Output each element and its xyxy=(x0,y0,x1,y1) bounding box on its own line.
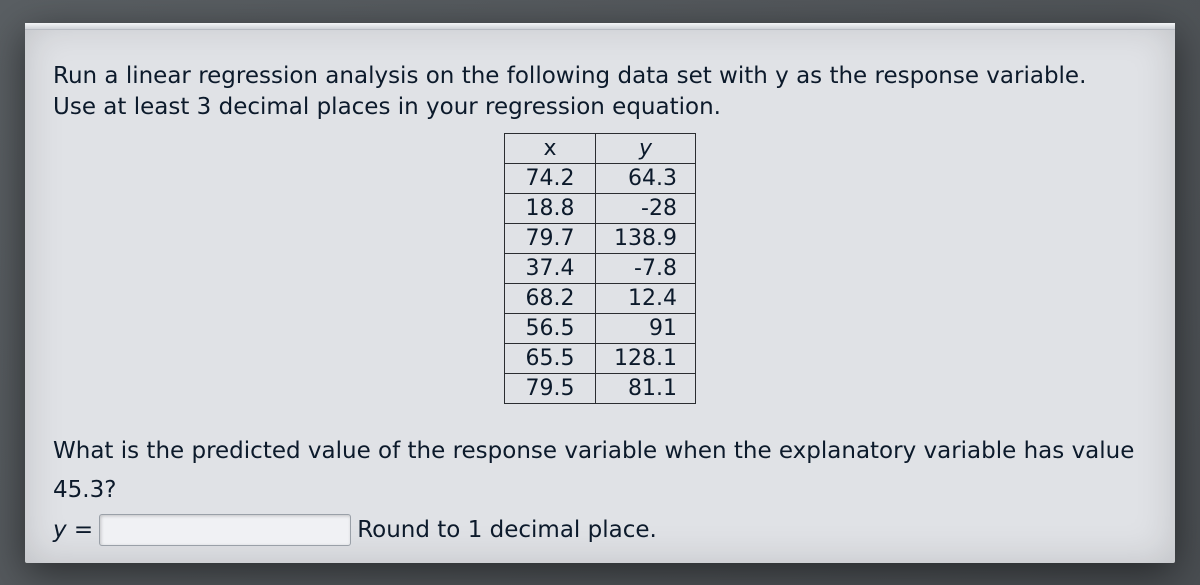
table-row: 68.2 12.4 xyxy=(505,283,696,313)
cell-y: 91 xyxy=(596,313,696,343)
table-row: 79.7 138.9 xyxy=(505,223,696,253)
data-table: x y 74.2 64.3 18.8 -28 79.7 138.9 37.4 -… xyxy=(504,133,696,404)
cell-x: 68.2 xyxy=(505,283,596,313)
answer-label: y = xyxy=(53,517,93,543)
cell-x: 79.7 xyxy=(505,223,596,253)
rounding-instruction: Round to 1 decimal place. xyxy=(357,517,657,543)
cell-x: 37.4 xyxy=(505,253,596,283)
answer-row: y = Round to 1 decimal place. xyxy=(53,514,1147,546)
cell-y: -7.8 xyxy=(596,253,696,283)
cell-y: 128.1 xyxy=(596,343,696,373)
table-row: 74.2 64.3 xyxy=(505,163,696,193)
cell-y: 64.3 xyxy=(596,163,696,193)
question-prompt: Run a linear regression analysis on the … xyxy=(53,61,1147,123)
prompt-line-1: Run a linear regression analysis on the … xyxy=(53,63,1086,89)
cell-x: 65.5 xyxy=(505,343,596,373)
table-header-row: x y xyxy=(505,133,696,163)
cell-x: 79.5 xyxy=(505,373,596,403)
cell-x: 74.2 xyxy=(505,163,596,193)
table-row: 37.4 -7.8 xyxy=(505,253,696,283)
answer-input[interactable] xyxy=(99,514,351,546)
cell-y: 12.4 xyxy=(596,283,696,313)
cell-x: 18.8 xyxy=(505,193,596,223)
panel-top-bevel xyxy=(25,23,1175,30)
cell-y: -28 xyxy=(596,193,696,223)
col-header-y: y xyxy=(596,133,696,163)
table-row: 79.5 81.1 xyxy=(505,373,696,403)
cell-y: 81.1 xyxy=(596,373,696,403)
cell-y: 138.9 xyxy=(596,223,696,253)
table-row: 18.8 -28 xyxy=(505,193,696,223)
follow-up-question: What is the predicted value of the respo… xyxy=(53,432,1147,510)
col-header-x: x xyxy=(505,133,596,163)
table-row: 65.5 128.1 xyxy=(505,343,696,373)
cell-x: 56.5 xyxy=(505,313,596,343)
prompt-line-2: Use at least 3 decimal places in your re… xyxy=(53,94,721,120)
question-panel: Run a linear regression analysis on the … xyxy=(25,23,1175,563)
table-row: 56.5 91 xyxy=(505,313,696,343)
